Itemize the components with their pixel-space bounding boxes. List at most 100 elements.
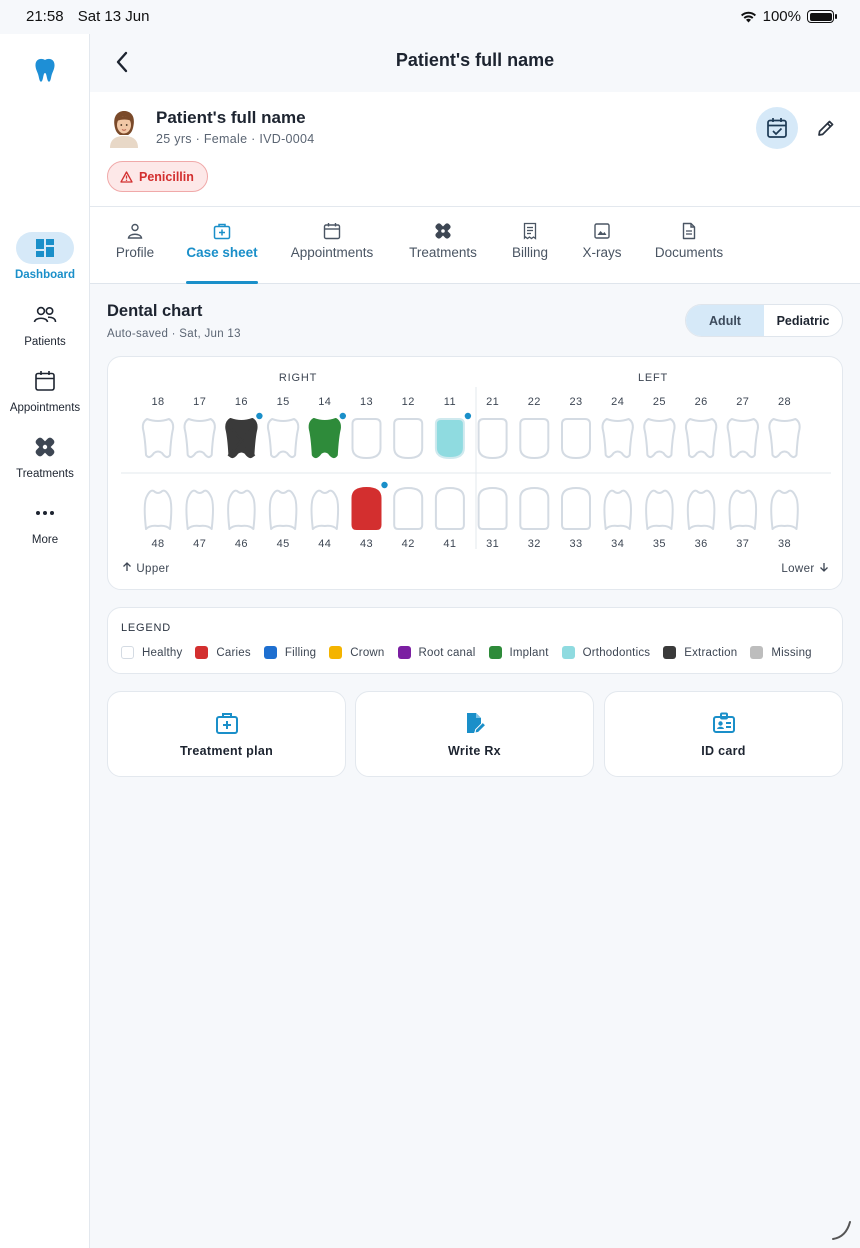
tooth-number: 36 [695, 538, 708, 550]
tooth-11[interactable] [434, 418, 465, 459]
tab-documents[interactable]: Documents [653, 207, 725, 283]
tooth-28[interactable] [768, 418, 801, 459]
tab-label: X-rays [582, 245, 622, 260]
tooth-42[interactable] [393, 487, 424, 530]
tooth-41[interactable] [434, 487, 465, 530]
sidebar-item-label: Dashboard [14, 269, 76, 281]
sidebar-item-patients[interactable]: Patients [0, 299, 90, 348]
bandage-icon [35, 437, 55, 457]
sidebar-item-appointments[interactable]: Appointments [0, 365, 90, 414]
tooth-43[interactable] [351, 487, 382, 530]
receipt-icon [523, 222, 537, 240]
tooth-number: 15 [277, 396, 290, 408]
tooth-17[interactable] [183, 418, 216, 459]
tab-appointments[interactable]: Appointments [286, 207, 378, 283]
top-bar: Patient's full name [90, 34, 860, 92]
sidebar-item-treatments[interactable]: Treatments [0, 431, 90, 480]
tooth-26[interactable] [684, 418, 718, 459]
tooth-36[interactable] [686, 489, 716, 530]
id-card-icon [712, 712, 735, 733]
tab-label: Billing [511, 245, 549, 260]
legend-item-root-canal: Root canal [397, 646, 476, 659]
tooth-44[interactable] [310, 489, 340, 530]
tooth-25[interactable] [643, 418, 676, 459]
tooth-47[interactable] [185, 489, 214, 530]
tooth-16[interactable] [225, 418, 258, 459]
legend-title: LEGEND [121, 622, 172, 634]
document-icon [682, 222, 696, 240]
tooth-46[interactable] [227, 489, 256, 530]
tooth-12[interactable] [393, 418, 424, 459]
tooth-32[interactable] [519, 487, 550, 530]
mode-pediatric-button[interactable]: Pediatric [764, 305, 842, 336]
tooth-45[interactable] [268, 489, 298, 530]
allergy-badge[interactable]: Penicillin [107, 161, 208, 192]
write-rx-button[interactable]: Write Rx [355, 691, 594, 777]
tooth-34[interactable] [603, 489, 632, 530]
legend-item-crown: Crown [329, 646, 384, 659]
legend-swatch [488, 646, 502, 659]
mode-adult-button[interactable]: Adult [686, 305, 764, 336]
legend-label: Implant [509, 646, 549, 659]
tooth-22[interactable] [519, 418, 550, 459]
tab-x-rays[interactable]: X-rays [580, 207, 624, 283]
lower-label: Lower [781, 563, 814, 575]
tooth-number: 43 [360, 538, 373, 550]
status-date: Sat 13 Jun [77, 8, 150, 25]
tooth-18[interactable] [141, 418, 175, 459]
arrow-down-icon [820, 563, 828, 572]
tooth-21[interactable] [477, 418, 508, 459]
tooth-number: 28 [778, 396, 791, 408]
sidebar-item-dashboard[interactable]: Dashboard [0, 232, 90, 281]
patient-header: Patient's full name 25 yrs · Female · IV… [90, 92, 860, 207]
tooth-48[interactable] [143, 489, 173, 530]
tooth-38[interactable] [770, 489, 799, 530]
tooth-31[interactable] [477, 487, 508, 530]
tooth-number: 13 [360, 396, 373, 408]
id-card-button[interactable]: ID card [604, 691, 843, 777]
tooth-14[interactable] [308, 418, 341, 459]
medical-kit-icon [215, 713, 238, 734]
tooth-number: 16 [235, 396, 248, 408]
battery-icon [807, 10, 837, 23]
bandage-icon [435, 223, 451, 239]
dental-chart-title: Dental chart [107, 302, 203, 320]
tooth-number: 17 [193, 396, 206, 408]
patient-name: Patient's full name [156, 108, 306, 127]
tooth-number: 44 [318, 538, 331, 550]
tooth-23[interactable] [561, 418, 591, 459]
tooth-33[interactable] [561, 487, 591, 530]
schedule-button[interactable] [756, 107, 798, 149]
legend-item-caries: Caries [195, 646, 251, 659]
sidebar-item-more[interactable]: More [0, 497, 90, 546]
tooth-number: 14 [318, 396, 331, 408]
tooth-number: 42 [402, 538, 415, 550]
tooth-37[interactable] [728, 489, 758, 530]
edit-button[interactable] [812, 114, 840, 142]
avatar [110, 111, 138, 148]
tooth-15[interactable] [266, 418, 300, 459]
note-indicator-dot [339, 412, 346, 420]
legend-label: Healthy [142, 646, 183, 659]
tooth-number: 25 [653, 396, 666, 408]
tooth-number: 22 [528, 396, 541, 408]
tooth-number: 11 [444, 396, 456, 408]
tooth-number: 32 [528, 538, 541, 550]
tooth-number: 38 [778, 538, 791, 550]
page-title: Patient's full name [395, 50, 555, 70]
dental-chart-svg: RIGHT LEFT 18 17 16 15 14 13 12 11 21 22 23 24 25 26 27 2… [121, 372, 831, 575]
legend-item-orthodontics: Orthodontics [561, 646, 651, 659]
tooth-35[interactable] [645, 489, 674, 530]
tab-case-sheet[interactable]: Case sheet [186, 207, 258, 284]
legend-label: Root canal [418, 646, 476, 659]
treatment-plan-button[interactable]: Treatment plan [107, 691, 346, 777]
tooth-27[interactable] [726, 418, 759, 459]
patient-meta: 25 yrs · Female · IVD-0004 [156, 132, 315, 146]
tab-billing[interactable]: Billing [507, 207, 553, 283]
tooth-24[interactable] [601, 418, 634, 459]
legend-items: Healthy Caries Filling Crown Root canal Impla… [121, 646, 825, 659]
tab-treatments[interactable]: Treatments [404, 207, 482, 283]
tab-profile[interactable]: Profile [109, 207, 161, 283]
tab-label: Profile [115, 245, 155, 260]
tooth-13[interactable] [351, 418, 382, 459]
